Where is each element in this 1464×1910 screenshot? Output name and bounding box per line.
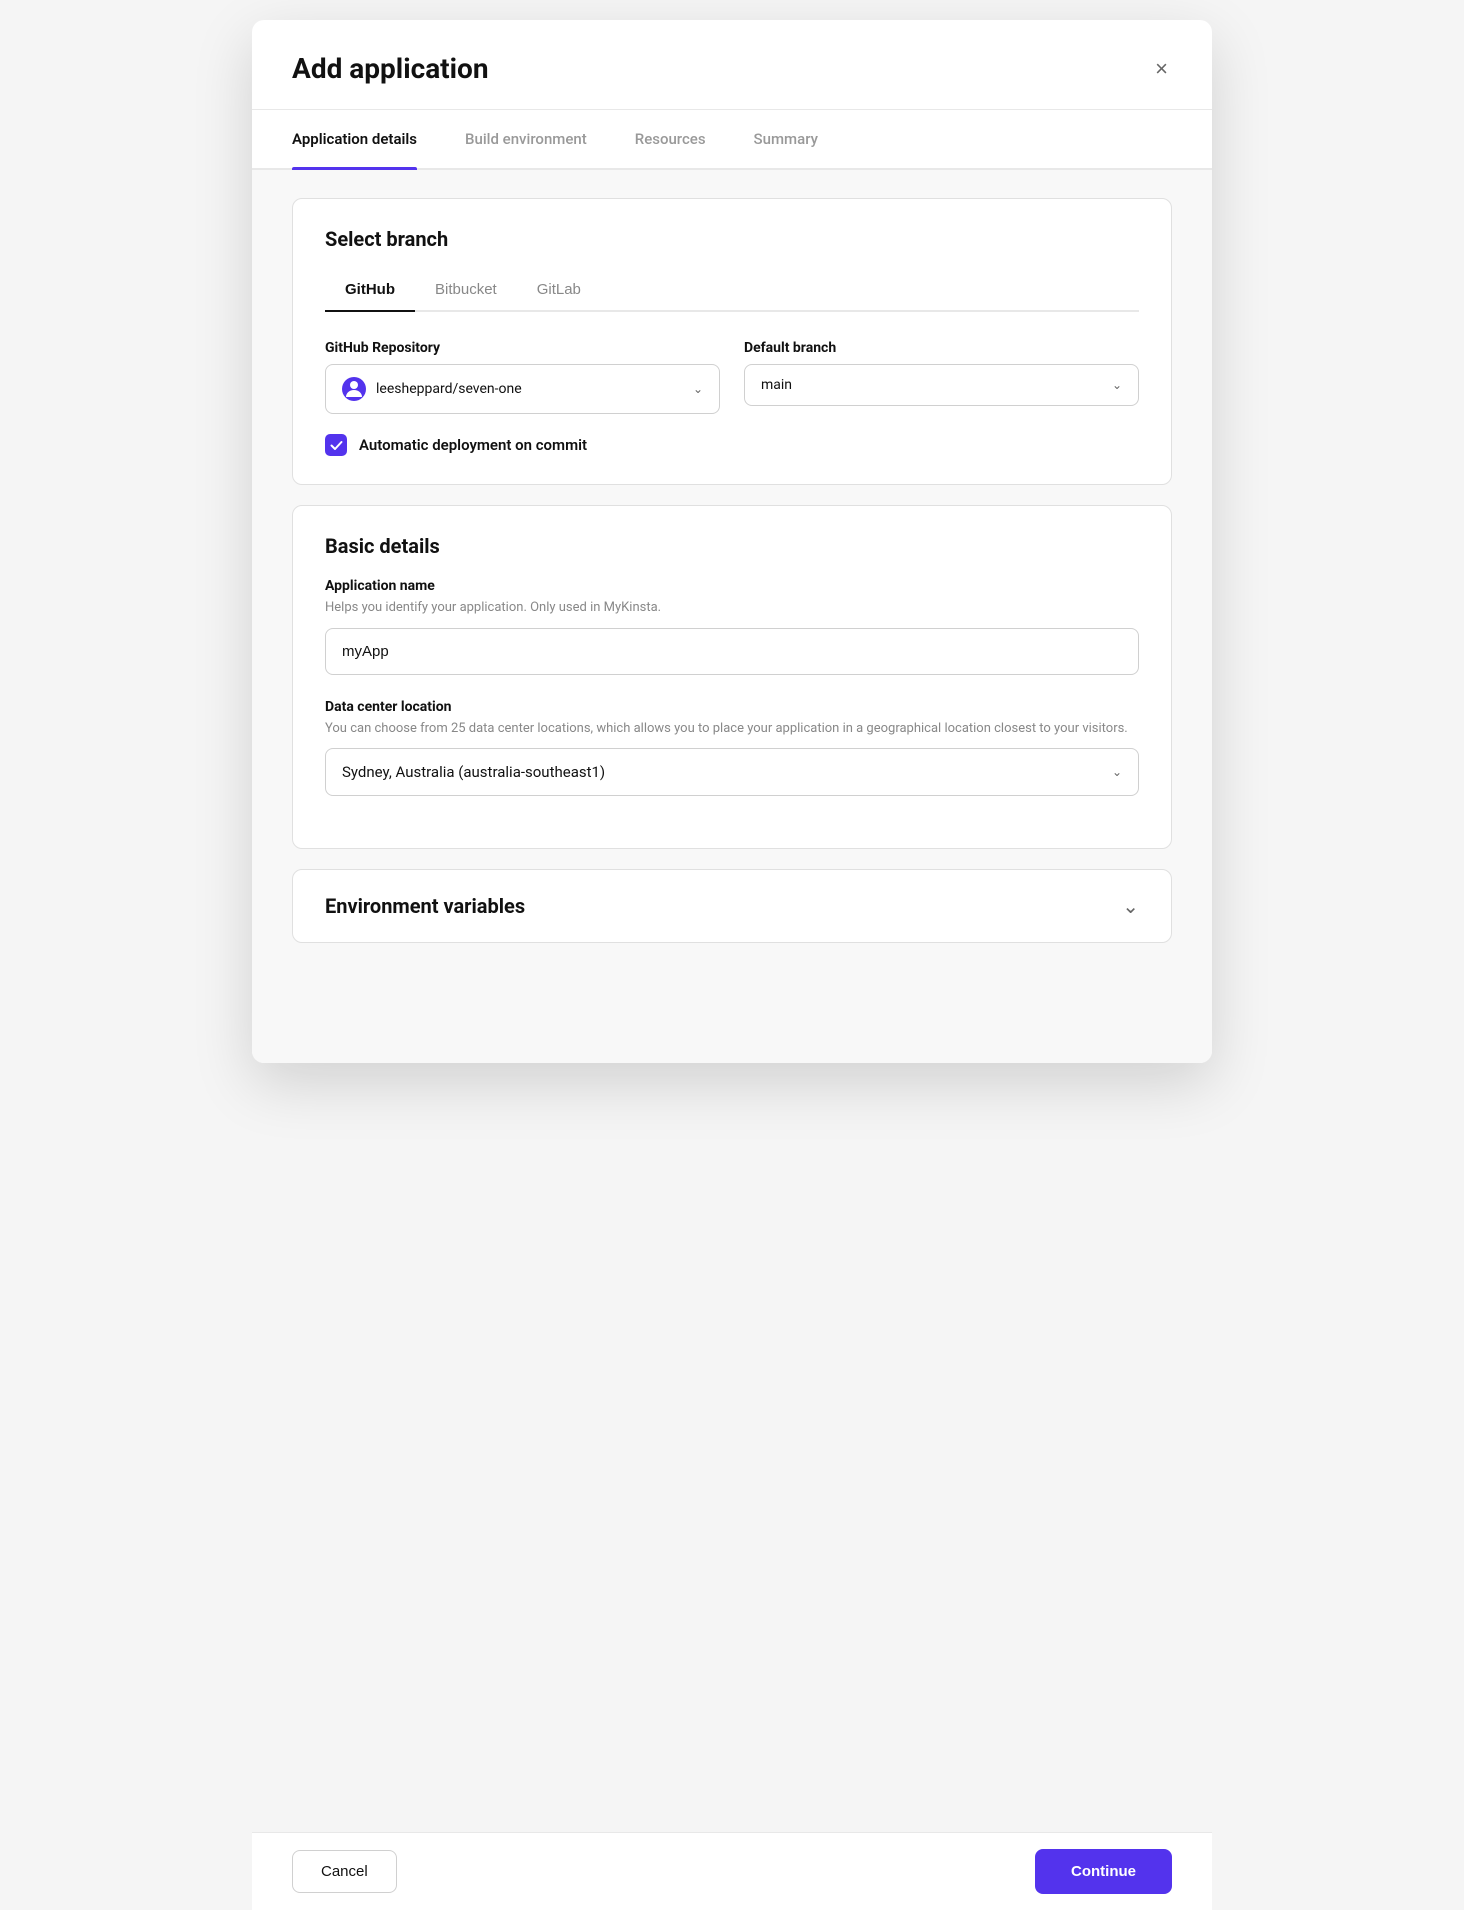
tab-resources[interactable]: Resources xyxy=(635,110,706,168)
source-provider-tabs: GitHub Bitbucket GitLab xyxy=(325,271,1139,312)
data-center-chevron-icon: ⌄ xyxy=(1112,765,1122,779)
add-application-modal: Add application × Application details Bu… xyxy=(252,20,1212,1063)
tab-build-environment[interactable]: Build environment xyxy=(465,110,587,168)
app-name-field: Application name Helps you identify your… xyxy=(325,578,1139,675)
env-vars-chevron-icon: ⌄ xyxy=(1122,894,1139,918)
app-name-label: Application name xyxy=(325,578,1139,594)
repo-chevron-icon: ⌄ xyxy=(693,382,703,396)
auto-deploy-label: Automatic deployment on commit xyxy=(359,436,587,454)
branch-chevron-icon: ⌄ xyxy=(1112,378,1122,392)
data-center-label: Data center location xyxy=(325,699,1139,715)
repo-select-wrapper: leesheppard/seven-one ⌄ xyxy=(325,364,720,414)
modal-body: Select branch GitHub Bitbucket GitLab Gi… xyxy=(252,170,1212,1063)
data-center-value: Sydney, Australia (australia-southeast1) xyxy=(342,763,605,781)
repo-value: leesheppard/seven-one xyxy=(376,381,522,397)
tab-bitbucket[interactable]: Bitbucket xyxy=(415,271,517,310)
repo-avatar xyxy=(342,377,366,401)
data-center-select[interactable]: Sydney, Australia (australia-southeast1)… xyxy=(325,748,1139,796)
modal-title: Add application xyxy=(292,52,489,85)
auto-deploy-checkbox[interactable] xyxy=(325,434,347,456)
auto-deploy-row: Automatic deployment on commit xyxy=(325,434,1139,456)
select-branch-title: Select branch xyxy=(325,227,1139,251)
tab-github[interactable]: GitHub xyxy=(325,271,415,310)
app-name-hint: Helps you identify your application. Onl… xyxy=(325,598,1139,618)
tab-summary[interactable]: Summary xyxy=(754,110,818,168)
branch-group: Default branch main ⌄ xyxy=(744,340,1139,406)
close-button[interactable]: × xyxy=(1151,54,1172,84)
app-name-input[interactable] xyxy=(325,628,1139,675)
repo-branch-row: GitHub Repository leesheppard/s xyxy=(325,340,1139,414)
branch-select-wrapper: main ⌄ xyxy=(744,364,1139,406)
env-vars-card: Environment variables ⌄ xyxy=(292,869,1172,943)
tab-application-details[interactable]: Application details xyxy=(292,110,417,168)
branch-value: main xyxy=(761,377,792,393)
env-vars-title: Environment variables xyxy=(325,894,525,918)
select-branch-card: Select branch GitHub Bitbucket GitLab Gi… xyxy=(292,198,1172,485)
tab-gitlab[interactable]: GitLab xyxy=(517,271,601,310)
env-vars-header[interactable]: Environment variables ⌄ xyxy=(293,870,1171,942)
basic-details-card: Basic details Application name Helps you… xyxy=(292,505,1172,849)
data-center-hint: You can choose from 25 data center locat… xyxy=(325,719,1139,739)
modal-header: Add application × xyxy=(252,20,1212,110)
branch-label: Default branch xyxy=(744,340,1139,356)
repo-label: GitHub Repository xyxy=(325,340,720,356)
repo-select-left: leesheppard/seven-one xyxy=(342,377,522,401)
repo-group: GitHub Repository leesheppard/s xyxy=(325,340,720,414)
branch-select[interactable]: main ⌄ xyxy=(744,364,1139,406)
wizard-tabs: Application details Build environment Re… xyxy=(252,110,1212,170)
repo-select[interactable]: leesheppard/seven-one ⌄ xyxy=(325,364,720,414)
data-center-field: Data center location You can choose from… xyxy=(325,699,1139,797)
basic-details-title: Basic details xyxy=(325,534,1139,558)
